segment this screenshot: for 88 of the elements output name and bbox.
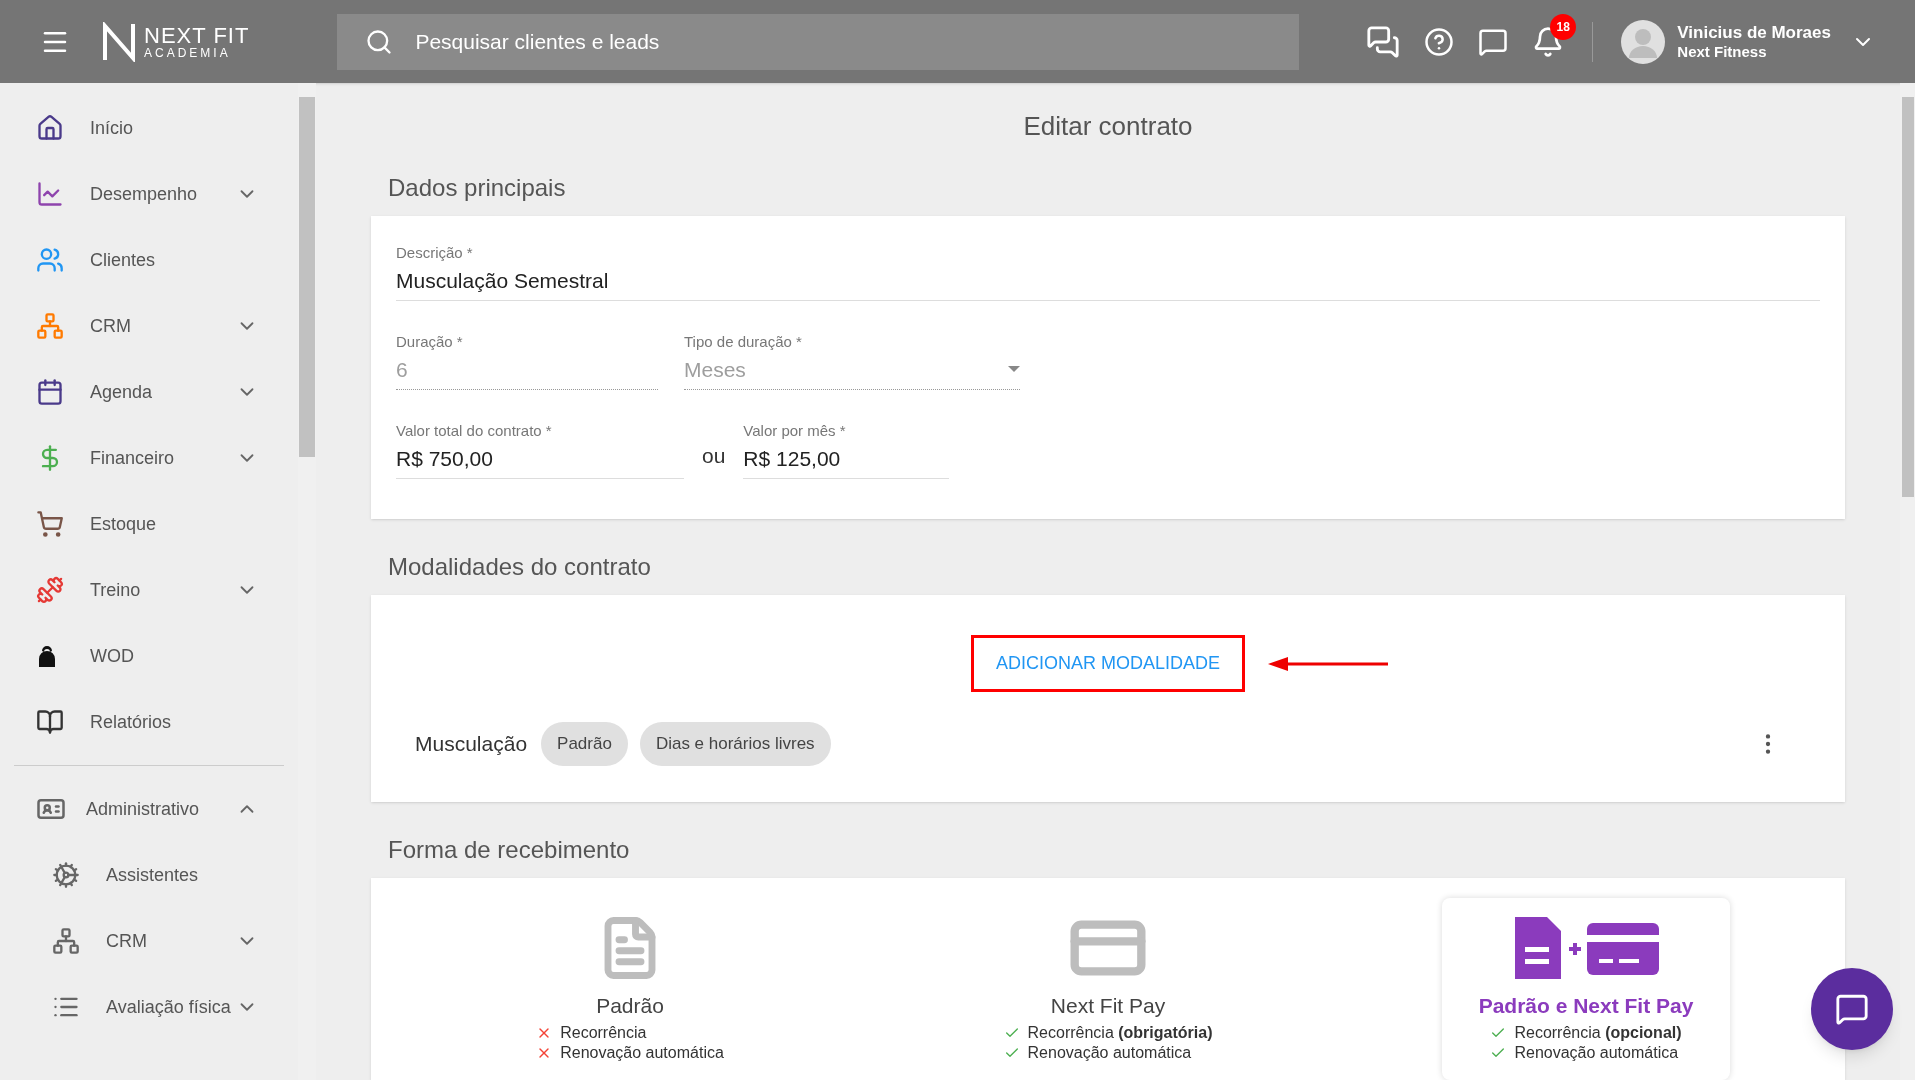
field-label: Descrição *	[396, 243, 474, 263]
field-label: Valor total do contrato *	[396, 421, 553, 441]
search-placeholder: Pesquisar clientes e leads	[415, 28, 660, 55]
payment-option[interactable]: Padrão Recorrência Renovação automática	[486, 897, 774, 1080]
or-label: ou	[702, 442, 726, 469]
section-heading: Forma de recebimento	[388, 834, 630, 865]
cart-icon	[36, 510, 64, 538]
page-title: Editar contrato	[1023, 110, 1193, 143]
feature-text: Recorrência	[560, 1023, 647, 1043]
network-icon	[36, 312, 64, 340]
field-value: 6	[396, 356, 408, 383]
option-title: Padrão	[596, 992, 664, 1019]
input-field[interactable]: Descrição * Musculação Semestral	[396, 242, 1820, 301]
kettlebell-icon	[36, 643, 58, 669]
user-name: Vinicius de Moraes	[1677, 21, 1831, 43]
scrollbar-thumb[interactable]	[299, 97, 315, 457]
sidebar-label: Início	[90, 116, 134, 140]
sidebar-label: CRM	[90, 314, 131, 338]
chat-icon	[1835, 992, 1869, 1026]
sidebar-label: Relatórios	[90, 710, 172, 734]
sidebar-item[interactable]: Relatórios	[0, 689, 298, 755]
input-field[interactable]: Valor por mês * R$ 125,00	[743, 420, 950, 479]
sidebar-label: Desempenho	[90, 182, 198, 206]
sidebar-label: WOD	[90, 644, 134, 668]
sidebar-label: CRM	[106, 929, 147, 953]
sidebar-label: Agenda	[90, 380, 153, 404]
sidebar-label: Assistentes	[106, 863, 199, 887]
sidebar-item[interactable]: Desempenho	[0, 161, 298, 227]
report-icon	[36, 708, 64, 736]
input-field[interactable]: Valor total do contrato * R$ 750,00	[396, 420, 684, 479]
feature-text: Recorrência (opcional)	[1514, 1023, 1682, 1043]
section-heading: Dados principais	[388, 173, 566, 203]
search-field[interactable]: Pesquisar clientes e leads	[337, 13, 1300, 70]
sidebar-item[interactable]: Assistentes	[0, 842, 298, 908]
option-title: Padrão e Next Fit Pay	[1478, 992, 1694, 1019]
sidebar-label: Treino	[90, 578, 141, 602]
feature-text: Renovação automática	[560, 1043, 724, 1063]
sidebar-label: Estoque	[90, 512, 157, 536]
brand-subtitle: ACADEMIA	[144, 46, 232, 59]
sidebar-item[interactable]: Treino	[0, 557, 298, 623]
sidebar-item[interactable]: Início	[0, 95, 298, 161]
search-icon	[365, 27, 394, 56]
field-label: Tipo de duração *	[684, 332, 803, 352]
chat-bubbles-icon[interactable]	[1366, 24, 1401, 59]
feature-text: Recorrência (obrigatória)	[1027, 1023, 1213, 1043]
feature-text: Renovação automática	[1514, 1043, 1679, 1063]
network-icon	[52, 927, 80, 955]
field-value: Meses	[684, 356, 746, 383]
scrollbar-thumb[interactable]	[1901, 97, 1914, 497]
modality-name: Musculação	[415, 731, 528, 757]
tag-chip: Padrão	[541, 722, 628, 766]
sidebar-item[interactable]: Administrativo	[0, 776, 298, 842]
line-chart-icon	[36, 180, 64, 208]
sidebar-label: Clientes	[90, 248, 156, 272]
logo-icon	[102, 21, 136, 62]
option-title: Next Fit Pay	[1050, 992, 1166, 1019]
notification-badge: 18	[1550, 13, 1577, 40]
dumbbell-icon	[36, 576, 64, 604]
sidebar-label: Administrativo	[86, 797, 200, 821]
people-icon	[36, 246, 64, 274]
field-value: R$ 125,00	[743, 445, 841, 472]
tag-chip: Dias e horários livres	[639, 722, 831, 766]
payment-option[interactable]: Next Fit Pay Recorrência (obrigatória) Renovação automática	[964, 897, 1252, 1080]
payment-option[interactable]: Padrão e Next Fit Pay Recorrência (opcional) Renovação automática	[1442, 897, 1730, 1080]
brand-name: NEXT FIT	[144, 24, 250, 47]
dropdown-arrow-icon	[1008, 366, 1020, 373]
sidebar-item[interactable]: Agenda	[0, 359, 298, 425]
gear-icon	[52, 861, 80, 889]
calendar-icon	[36, 378, 64, 406]
field-label: Duração *	[396, 332, 464, 352]
house-icon	[36, 114, 64, 142]
sidebar-label: Financeiro	[90, 446, 175, 470]
section-heading: Modalidades do contrato	[388, 552, 651, 582]
avatar-icon[interactable]	[1621, 19, 1666, 64]
sidebar-item[interactable]: Avaliação física	[0, 974, 298, 1040]
sidebar-label: Avaliação física	[106, 995, 231, 1019]
sidebar-item[interactable]: Estoque	[0, 491, 298, 557]
field-value: R$ 750,00	[396, 445, 493, 472]
field-value: Musculação Semestral	[396, 267, 609, 294]
sidebar-item[interactable]: WOD	[0, 623, 298, 689]
company-name: Next Fitness	[1677, 42, 1768, 62]
sidebar-item[interactable]: CRM	[0, 908, 298, 974]
help-icon[interactable]	[1424, 26, 1455, 57]
sidebar-item[interactable]: CRM	[0, 293, 298, 359]
sidebar-item[interactable]: Clientes	[0, 227, 298, 293]
sidebar-item[interactable]: Financeiro	[0, 425, 298, 491]
feature-text: Renovação automática	[1027, 1043, 1192, 1063]
field-label: Valor por mês *	[743, 421, 847, 441]
